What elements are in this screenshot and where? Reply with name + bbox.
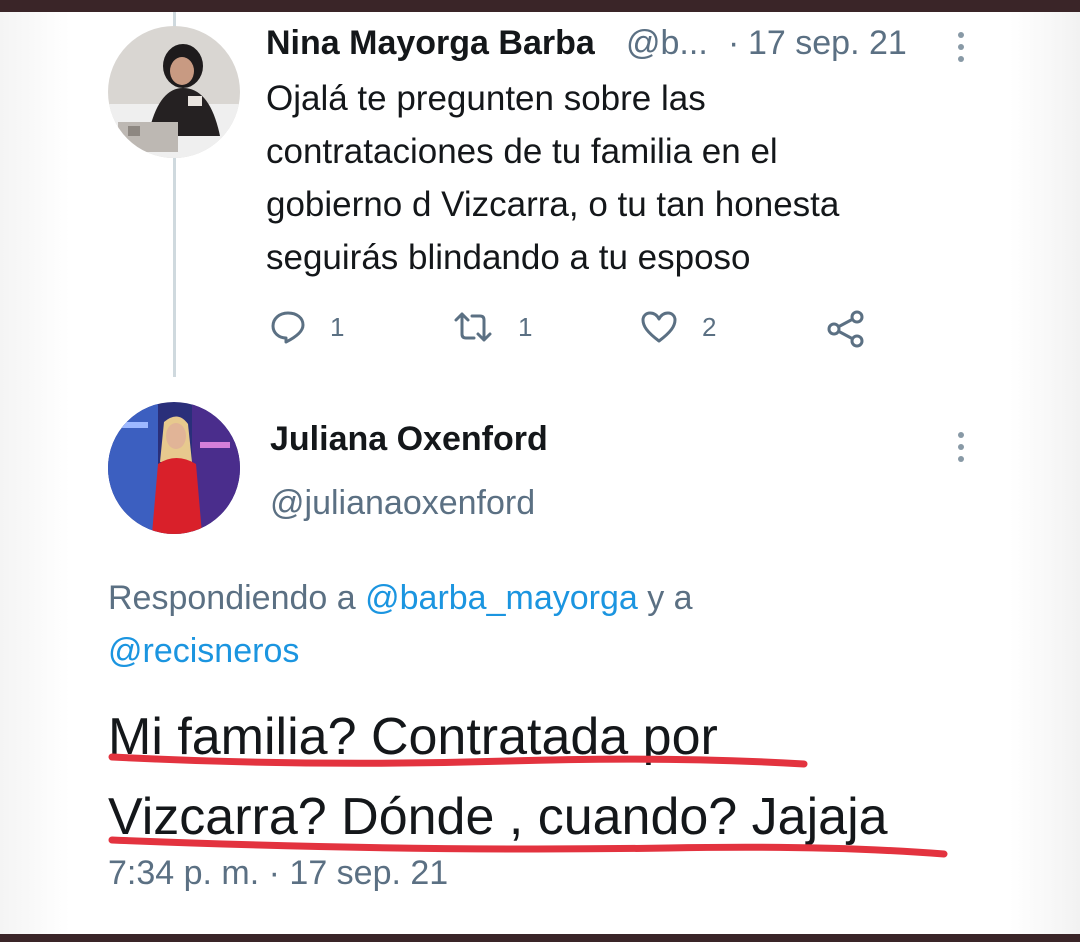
reply-count: 1	[330, 311, 345, 342]
top-frame-bar	[0, 0, 1080, 12]
tweet-timestamp[interactable]: 7:34 p. m. · 17 sep. 21	[108, 854, 448, 893]
retweet-count: 1	[518, 311, 533, 342]
avatar-nina[interactable]	[108, 26, 240, 158]
retweet-button[interactable]: 1	[452, 310, 532, 344]
author-name[interactable]: Juliana Oxenford	[270, 420, 548, 459]
avatar-juliana[interactable]	[108, 402, 240, 534]
author-handle[interactable]: @julianaoxenford	[270, 484, 535, 523]
tweet-line: gobierno d Vizcarra, o tu tan honesta	[266, 185, 840, 224]
reply-button[interactable]: 1	[270, 310, 344, 344]
tweet-line: Ojalá te pregunten sobre las	[266, 79, 706, 118]
red-underline	[108, 753, 808, 768]
like-button[interactable]: 2	[640, 310, 716, 344]
author-handle[interactable]: @b...	[626, 24, 708, 63]
replying-to-line: Respondiendo a @barba_mayorga y a @recis…	[108, 572, 828, 678]
tweet-line: contrataciones de tu familia en el	[266, 132, 778, 171]
share-button[interactable]	[826, 310, 890, 348]
screenshot-card: Nina Mayorga Barba @b... · 17 sep. 21 Oj…	[0, 12, 1080, 934]
heart-icon	[641, 311, 677, 343]
reply-icon	[271, 311, 305, 344]
author-name[interactable]: Nina Mayorga Barba	[266, 24, 595, 63]
more-options-icon[interactable]	[956, 432, 966, 468]
mention-link[interactable]: @barba_mayorga	[365, 579, 638, 617]
mention-link[interactable]: @recisneros	[108, 632, 299, 670]
tweet-line: seguirás blindando a tu esposo	[266, 238, 751, 277]
separator-dot: ·	[728, 24, 740, 62]
retweet-icon	[454, 312, 492, 342]
replying-prefix: Respondiendo a	[108, 579, 356, 617]
more-options-icon[interactable]	[956, 32, 966, 68]
like-count: 2	[702, 311, 717, 342]
tweet-text: Ojalá te pregunten sobre las contratacio…	[266, 72, 986, 284]
share-icon	[827, 310, 864, 348]
tweet-date[interactable]: 17 sep. 21	[748, 24, 907, 63]
replying-joiner: y a	[647, 579, 693, 617]
bottom-frame-bar	[0, 934, 1080, 942]
